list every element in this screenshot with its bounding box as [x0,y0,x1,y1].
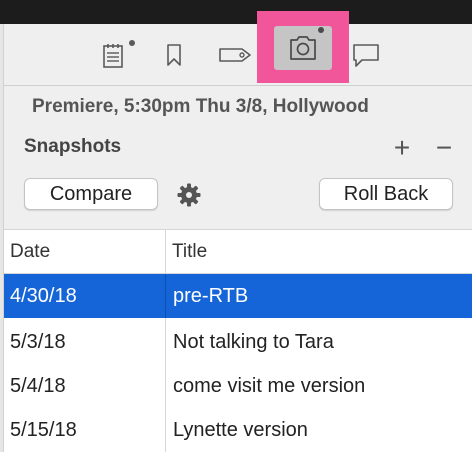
column-header-title[interactable]: Title [172,241,207,263]
row-date: 5/3/18 [10,331,66,353]
bookmark-icon[interactable] [153,24,195,86]
window-top-strip [0,0,472,24]
comment-icon[interactable] [345,24,387,86]
snapshots-table: Date Title 4/30/18 pre-RTB 5/3/18 Not ta… [4,229,472,452]
table-row[interactable]: 5/15/18 Lynette version [4,408,472,452]
tag-icon[interactable] [215,24,257,86]
gear-icon[interactable] [176,182,202,208]
camera-icon[interactable] [274,26,332,70]
notes-icon[interactable] [93,24,135,86]
scene-title: Premiere, 5:30pm Thu 3/8, Hollywood [32,96,369,117]
row-title: pre-RTB [173,285,249,307]
table-row[interactable]: 4/30/18 pre-RTB [4,274,472,318]
column-divider [165,274,166,318]
roll-back-button[interactable]: Roll Back [319,178,453,210]
table-row[interactable]: 5/4/18 come visit me version [4,364,472,408]
row-date: 4/30/18 [10,285,77,307]
section-title: Snapshots [24,136,122,157]
compare-button[interactable]: Compare [24,178,158,210]
snapshots-tab-highlight [257,11,349,83]
notes-indicator-dot [129,40,135,46]
row-date: 5/4/18 [10,375,66,397]
row-title: come visit me version [173,375,366,397]
row-title: Lynette version [173,419,308,441]
remove-snapshot-button[interactable]: − [430,134,458,162]
table-row[interactable]: 5/3/18 Not talking to Tara [4,320,472,364]
row-title: Not talking to Tara [173,331,334,353]
table-header: Date Title [4,230,472,274]
inspector-toolbar [4,24,472,86]
column-header-date[interactable]: Date [10,241,50,263]
snapshots-inspector: Premiere, 5:30pm Thu 3/8, Hollywood Snap… [0,0,472,452]
camera-indicator-dot [318,27,324,33]
row-date: 5/15/18 [10,419,77,441]
add-snapshot-button[interactable]: + [388,134,416,162]
